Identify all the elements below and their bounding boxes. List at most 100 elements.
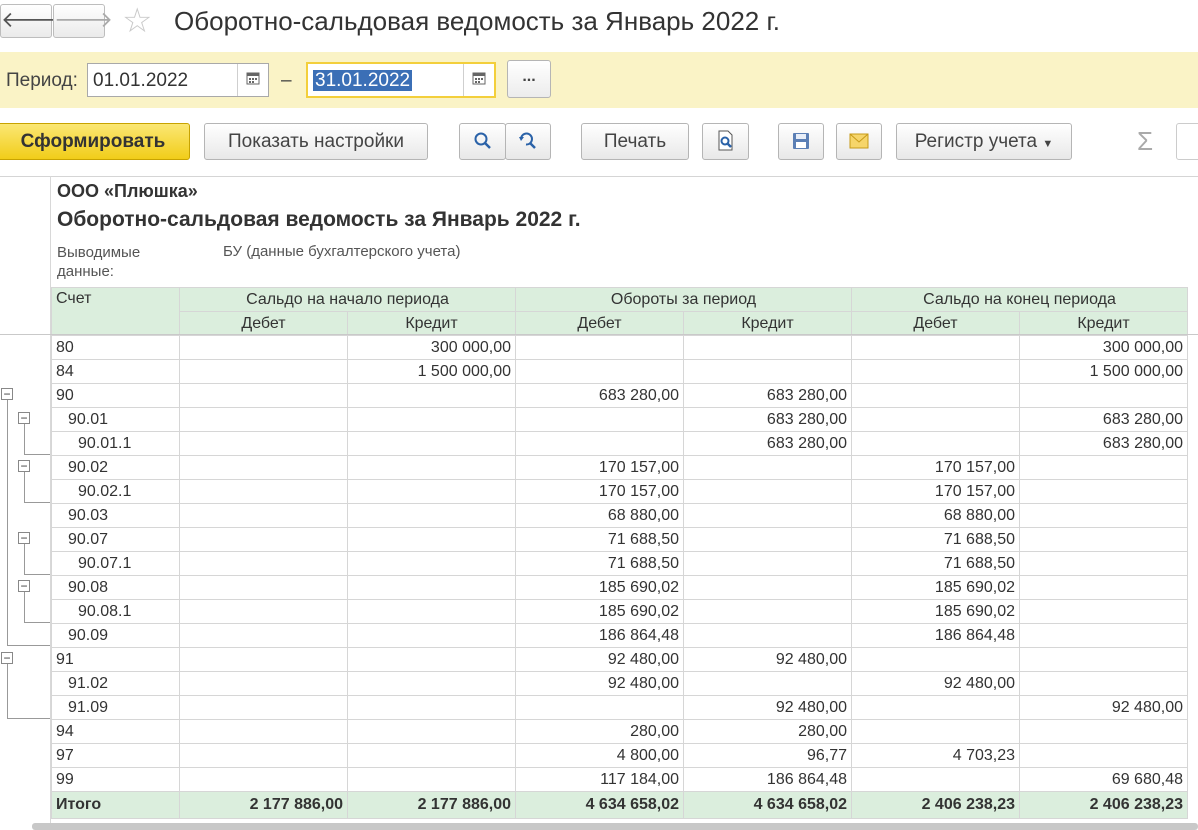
cell-closing-credit[interactable] — [1019, 551, 1188, 576]
table-row[interactable]: 91.02 92 480,00 92 480,00 — [51, 671, 1188, 696]
cell-turnover-debit[interactable]: 92 480,00 — [515, 647, 684, 672]
cell-account[interactable]: 97 — [51, 743, 180, 768]
cell-opening-credit[interactable] — [347, 623, 516, 648]
cell-opening-credit[interactable] — [347, 527, 516, 552]
cell-turnover-credit[interactable]: 186 864,48 — [683, 767, 852, 792]
cell-account[interactable]: 90.01 — [51, 407, 180, 432]
cell-opening-debit[interactable] — [179, 335, 348, 360]
cell-closing-credit[interactable] — [1019, 455, 1188, 480]
cell-opening-debit[interactable] — [179, 743, 348, 768]
cell-turnover-credit[interactable]: 92 480,00 — [683, 647, 852, 672]
cell-account[interactable]: 90 — [51, 383, 180, 408]
cell-account[interactable]: 84 — [51, 359, 180, 384]
cell-opening-credit[interactable] — [347, 551, 516, 576]
cell-closing-credit[interactable]: 683 280,00 — [1019, 407, 1188, 432]
cell-opening-credit[interactable] — [347, 383, 516, 408]
cell-turnover-credit[interactable] — [683, 479, 852, 504]
cell-account[interactable]: 91.09 — [51, 695, 180, 720]
cell-opening-credit[interactable]: 1 500 000,00 — [347, 359, 516, 384]
cell-opening-debit[interactable] — [179, 623, 348, 648]
cell-account[interactable]: 90.07 — [51, 527, 180, 552]
table-row[interactable]: 90 683 280,00 683 280,00 — [51, 383, 1188, 408]
cell-opening-debit[interactable] — [179, 551, 348, 576]
cell-opening-credit[interactable] — [347, 407, 516, 432]
cell-closing-debit[interactable]: 170 157,00 — [851, 479, 1020, 504]
cell-turnover-debit[interactable]: 92 480,00 — [515, 671, 684, 696]
cell-opening-credit[interactable] — [347, 455, 516, 480]
cell-turnover-credit[interactable] — [683, 527, 852, 552]
cell-turnover-debit[interactable]: 186 864,48 — [515, 623, 684, 648]
cell-turnover-credit[interactable] — [683, 503, 852, 528]
table-row[interactable]: 90.01.1 683 280,00 683 280,00 — [51, 431, 1188, 456]
cell-turnover-debit[interactable]: 117 184,00 — [515, 767, 684, 792]
cell-turnover-credit[interactable] — [683, 335, 852, 360]
table-row[interactable]: 91.09 92 480,00 92 480,00 — [51, 695, 1188, 720]
cell-turnover-credit[interactable] — [683, 671, 852, 696]
table-row[interactable]: 90.02.1 170 157,00 170 157,00 — [51, 479, 1188, 504]
print-preview-button[interactable] — [702, 123, 749, 160]
cell-turnover-debit[interactable]: 185 690,02 — [515, 599, 684, 624]
cell-closing-debit[interactable]: 170 157,00 — [851, 455, 1020, 480]
cell-closing-debit[interactable] — [851, 431, 1020, 456]
cell-opening-credit[interactable] — [347, 719, 516, 744]
total-turnover-debit[interactable]: 4 634 658,02 — [515, 791, 684, 819]
collapse-toggle-90-01[interactable]: − — [18, 412, 30, 424]
print-button[interactable]: Печать — [581, 123, 689, 160]
table-row[interactable]: 90.07.1 71 688,50 71 688,50 — [51, 551, 1188, 576]
cell-opening-debit[interactable] — [179, 599, 348, 624]
table-row[interactable]: 91 92 480,00 92 480,00 — [51, 647, 1188, 672]
table-row[interactable]: 90.08.1 185 690,02 185 690,02 — [51, 599, 1188, 624]
search-refresh-button[interactable] — [505, 123, 551, 160]
cell-opening-credit[interactable] — [347, 671, 516, 696]
cell-closing-debit[interactable]: 71 688,50 — [851, 551, 1020, 576]
cell-turnover-credit[interactable] — [683, 359, 852, 384]
cell-account[interactable]: 91 — [51, 647, 180, 672]
cell-closing-credit[interactable] — [1019, 623, 1188, 648]
table-row[interactable]: 90.02 170 157,00 170 157,00 — [51, 455, 1188, 480]
forward-button[interactable]: 🡒 — [53, 4, 113, 38]
cell-turnover-debit[interactable] — [515, 695, 684, 720]
cell-turnover-debit[interactable] — [515, 431, 684, 456]
cell-closing-debit[interactable] — [851, 695, 1020, 720]
table-row[interactable]: 90.09 186 864,48 186 864,48 — [51, 623, 1188, 648]
cell-opening-credit[interactable] — [347, 647, 516, 672]
cell-opening-debit[interactable] — [179, 383, 348, 408]
cell-closing-credit[interactable]: 300 000,00 — [1019, 335, 1188, 360]
total-opening-debit[interactable]: 2 177 886,00 — [179, 791, 348, 819]
cell-closing-credit[interactable]: 92 480,00 — [1019, 695, 1188, 720]
cell-closing-credit[interactable] — [1019, 383, 1188, 408]
cell-opening-debit[interactable] — [179, 455, 348, 480]
table-row[interactable]: 97 4 800,00 96,77 4 703,23 — [51, 743, 1188, 768]
cell-closing-credit[interactable] — [1019, 743, 1188, 768]
cell-account[interactable]: 90.07.1 — [51, 551, 180, 576]
cell-account[interactable]: 91.02 — [51, 671, 180, 696]
cell-turnover-credit[interactable]: 280,00 — [683, 719, 852, 744]
collapse-toggle-91[interactable]: − — [1, 652, 13, 664]
cell-turnover-debit[interactable]: 71 688,50 — [515, 527, 684, 552]
save-button[interactable] — [778, 123, 824, 160]
generate-button[interactable]: Сформировать — [0, 123, 190, 160]
cell-turnover-credit[interactable]: 683 280,00 — [683, 407, 852, 432]
back-button[interactable]: 🡐 — [0, 4, 60, 38]
cell-opening-debit[interactable] — [179, 479, 348, 504]
toolbar-field-edge[interactable] — [1176, 123, 1198, 160]
cell-opening-debit[interactable] — [179, 503, 348, 528]
cell-opening-debit[interactable] — [179, 407, 348, 432]
cell-turnover-credit[interactable]: 683 280,00 — [683, 431, 852, 456]
cell-opening-credit[interactable] — [347, 431, 516, 456]
cell-closing-debit[interactable] — [851, 407, 1020, 432]
sigma-icon[interactable]: Σ — [1137, 126, 1153, 157]
cell-closing-debit[interactable] — [851, 719, 1020, 744]
calendar-icon[interactable] — [237, 64, 268, 96]
cell-closing-credit[interactable]: 69 680,48 — [1019, 767, 1188, 792]
cell-turnover-debit[interactable] — [515, 335, 684, 360]
show-settings-button[interactable]: Показать настройки — [204, 123, 428, 160]
cell-turnover-credit[interactable]: 92 480,00 — [683, 695, 852, 720]
cell-account[interactable]: 90.02.1 — [51, 479, 180, 504]
cell-turnover-credit[interactable] — [683, 623, 852, 648]
cell-turnover-credit[interactable]: 96,77 — [683, 743, 852, 768]
collapse-toggle-90-07[interactable]: − — [18, 532, 30, 544]
cell-closing-credit[interactable] — [1019, 671, 1188, 696]
cell-opening-debit[interactable] — [179, 359, 348, 384]
cell-account[interactable]: 90.02 — [51, 455, 180, 480]
